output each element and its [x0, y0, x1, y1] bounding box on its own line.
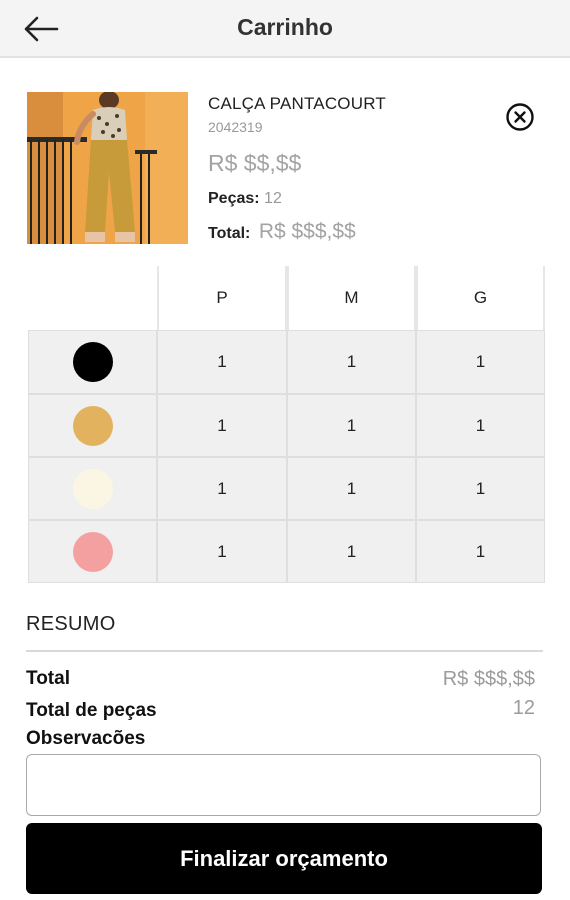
product-pieces: Peças: 12 [208, 190, 282, 208]
color-swatch-cell [28, 457, 157, 520]
quantity-cell[interactable]: 1 [416, 520, 545, 583]
product-code: 2042319 [208, 119, 263, 135]
quantity-cell[interactable]: 1 [287, 520, 416, 583]
quantity-cell[interactable]: 1 [416, 330, 545, 394]
product-image [27, 92, 188, 244]
quantity-cell[interactable]: 1 [157, 520, 287, 583]
quantity-cell[interactable]: 1 [157, 330, 287, 394]
close-circle-icon [506, 103, 534, 131]
page-title: Carrinho [237, 14, 333, 40]
size-color-grid: P M G 1 1 1 1 1 1 1 1 1 1 1 1 [28, 266, 545, 583]
summary-heading: RESUMO [26, 613, 116, 635]
quantity-cell[interactable]: 1 [287, 330, 416, 394]
product-name: CALÇA PANTACOURT [208, 94, 386, 113]
summary-pieces-label: Total de peças [26, 700, 157, 721]
quantity-cell[interactable]: 1 [157, 394, 287, 457]
color-swatch [72, 342, 113, 382]
notes-field[interactable] [26, 754, 541, 816]
product-price: R$ $$,$$ [208, 150, 302, 176]
pieces-value: 12 [264, 190, 282, 207]
quantity-cell[interactable]: 1 [157, 457, 287, 520]
color-swatch-cell [28, 520, 157, 583]
summary-total-value: R$ $$$,$$ [442, 668, 535, 690]
quantity-cell[interactable]: 1 [416, 394, 545, 457]
color-swatch [72, 405, 113, 446]
pieces-label: Peças: [208, 190, 260, 207]
product-total-label: Total: [208, 225, 251, 242]
summary-divider [26, 650, 543, 652]
notes-label: Observacões [26, 728, 146, 749]
summary-pieces-value: 12 [512, 697, 535, 719]
app-header: Carrinho [0, 0, 570, 58]
color-swatch [72, 531, 113, 572]
product-total: Total: R$ $$$,$$ [208, 220, 356, 244]
quantity-cell[interactable]: 1 [287, 394, 416, 457]
remove-item-button[interactable] [505, 102, 535, 132]
color-swatch-cell [28, 394, 157, 457]
finalize-quote-button[interactable]: Finalizar orçamento [26, 823, 542, 894]
size-header-p: P [157, 266, 287, 330]
quantity-cell[interactable]: 1 [416, 457, 545, 520]
color-swatch-cell [28, 330, 157, 394]
size-header-m: M [287, 266, 416, 330]
summary-total-label: Total [26, 668, 70, 689]
color-swatch [72, 468, 113, 509]
product-total-value: R$ $$$,$$ [258, 220, 356, 243]
quantity-cell[interactable]: 1 [287, 457, 416, 520]
size-header-g: G [416, 266, 545, 330]
